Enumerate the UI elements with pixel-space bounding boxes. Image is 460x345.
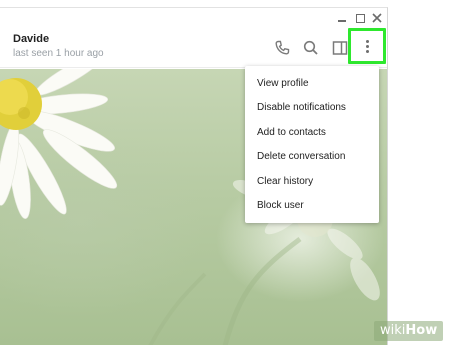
chat-header: Davide last seen 1 hour ago [0,28,387,68]
watermark-text-how: How [405,323,438,338]
menu-item-clear-history[interactable]: Clear history [245,170,379,194]
sidebar-toggle-icon[interactable] [330,38,350,58]
close-icon[interactable] [369,11,385,25]
menu-item-delete-conversation[interactable]: Delete conversation [245,145,379,169]
phone-icon[interactable] [272,38,292,58]
options-dropdown-menu: View profile Disable notifications Add t… [245,66,379,223]
app-window: Davide last seen 1 hour ago View profile… [0,7,388,345]
title-bar [0,8,387,28]
minimize-icon[interactable] [334,11,350,25]
peer-status: last seen 1 hour ago [13,48,104,59]
search-icon[interactable] [301,38,321,58]
watermark-text-wiki: wiki [380,323,406,338]
menu-item-view-profile[interactable]: View profile [245,72,379,96]
menu-item-add-to-contacts[interactable]: Add to contacts [245,121,379,145]
peer-name[interactable]: Davide [13,33,49,45]
wikihow-watermark: wikiHow [374,321,444,341]
more-options-button[interactable] [348,28,386,64]
menu-item-block-user[interactable]: Block user [245,194,379,218]
maximize-icon[interactable] [352,11,368,25]
desktop-background [388,0,460,345]
menu-item-disable-notifications[interactable]: Disable notifications [245,96,379,120]
